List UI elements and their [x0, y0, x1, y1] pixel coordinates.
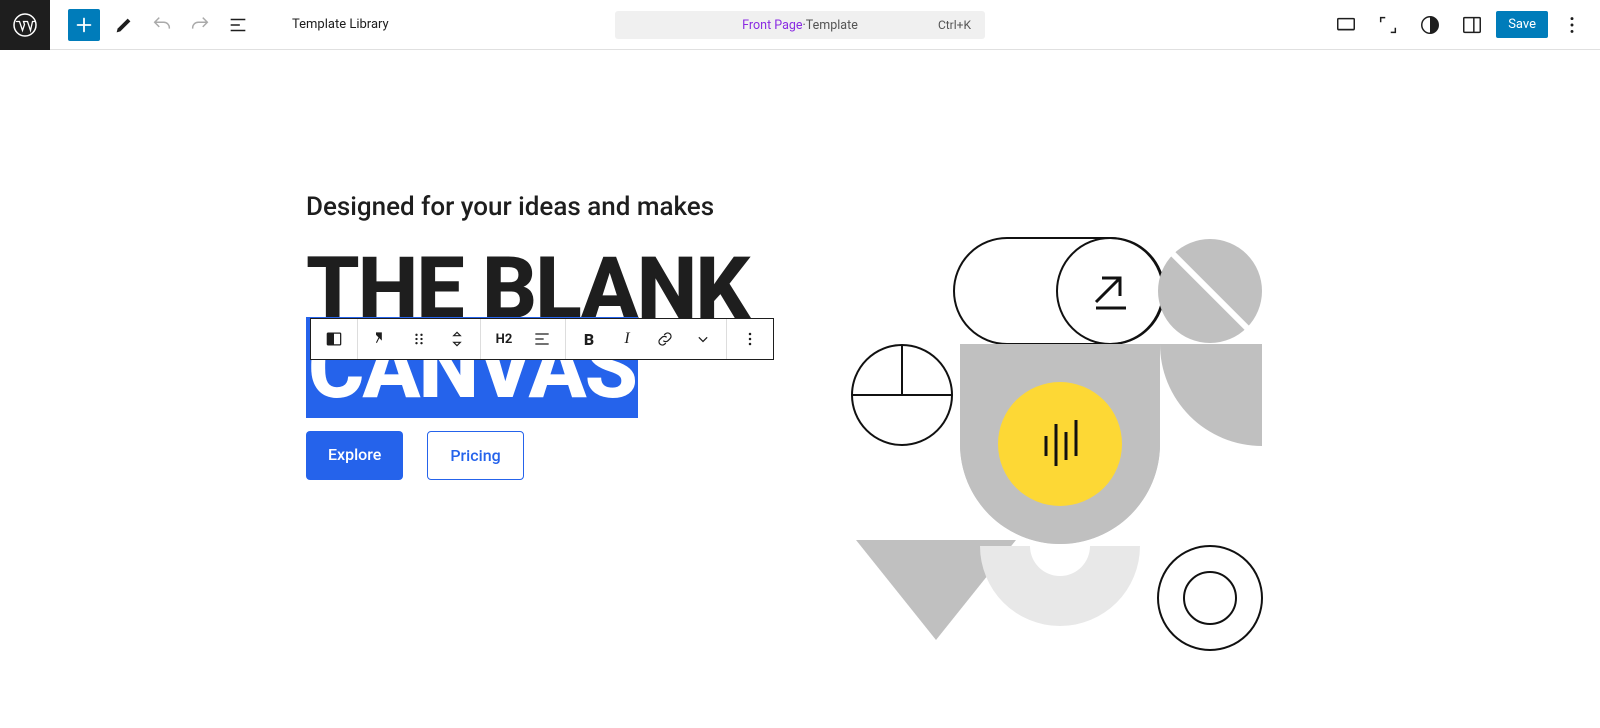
- move-updown-icon[interactable]: [438, 319, 476, 359]
- bold-icon[interactable]: B: [570, 319, 608, 359]
- align-text-icon[interactable]: [523, 319, 561, 359]
- wordpress-logo[interactable]: [0, 0, 50, 50]
- save-button[interactable]: Save: [1496, 11, 1548, 38]
- drag-handle-icon[interactable]: [400, 319, 438, 359]
- command-shortcut: Ctrl+K: [938, 18, 971, 32]
- document-title-front-page: Front Page: [742, 18, 802, 33]
- italic-icon[interactable]: I: [608, 319, 646, 359]
- editor-canvas[interactable]: Designed for your ideas and makes THE BL…: [0, 50, 1600, 480]
- template-library-button[interactable]: Template Library: [292, 17, 389, 32]
- add-block-button[interactable]: [68, 9, 100, 41]
- edit-tool-icon[interactable]: [106, 7, 142, 43]
- select-parent-icon[interactable]: [362, 319, 400, 359]
- view-desktop-icon[interactable]: [1328, 7, 1364, 43]
- undo-icon[interactable]: [144, 7, 180, 43]
- hero-illustration: [850, 230, 1280, 670]
- document-title-bar[interactable]: Front Page · Template Ctrl+K: [615, 11, 985, 39]
- document-title-template: Template: [806, 18, 858, 33]
- heading-level-button[interactable]: H2: [485, 319, 523, 359]
- hero-subhead[interactable]: Designed for your ideas and makes: [306, 190, 1066, 225]
- styles-icon[interactable]: [1412, 7, 1448, 43]
- editor-topbar: Template Library Front Page · Template C…: [0, 0, 1600, 50]
- block-more-options-icon[interactable]: [731, 319, 769, 359]
- settings-panel-icon[interactable]: [1454, 7, 1490, 43]
- document-overview-icon[interactable]: [220, 7, 256, 43]
- block-toolbar: H2 B I: [310, 318, 774, 360]
- more-options-icon[interactable]: [1554, 7, 1590, 43]
- redo-icon[interactable]: [182, 7, 218, 43]
- block-type-icon[interactable]: [315, 319, 353, 359]
- pricing-button[interactable]: Pricing: [427, 431, 523, 480]
- zoom-icon[interactable]: [1370, 7, 1406, 43]
- link-icon[interactable]: [646, 319, 684, 359]
- more-rich-text-icon[interactable]: [684, 319, 722, 359]
- explore-button[interactable]: Explore: [306, 431, 403, 480]
